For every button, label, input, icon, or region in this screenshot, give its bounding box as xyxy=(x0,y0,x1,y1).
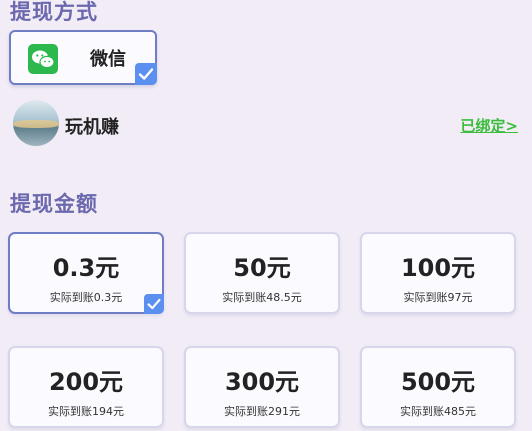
amount-option-500[interactable]: 500元 实际到账485元 xyxy=(360,346,516,428)
check-icon xyxy=(144,294,164,314)
amount-value: 300元 xyxy=(224,368,300,396)
wechat-icon xyxy=(28,44,58,74)
check-icon xyxy=(135,63,157,85)
actual-amount: 实际到账97元 xyxy=(403,291,473,304)
bound-link[interactable]: 已绑定> xyxy=(460,115,518,136)
amount-option-200[interactable]: 200元 实际到账194元 xyxy=(8,346,164,428)
actual-amount: 实际到账48.5元 xyxy=(222,291,302,304)
actual-amount: 实际到账194元 xyxy=(48,405,124,418)
actual-amount: 实际到账485元 xyxy=(400,405,476,418)
amount-option-300[interactable]: 300元 实际到账291元 xyxy=(184,346,340,428)
amount-option-50[interactable]: 50元 实际到账48.5元 xyxy=(184,232,340,314)
withdraw-amount-title: 提现金额 xyxy=(10,192,98,216)
amount-option-100[interactable]: 100元 实际到账97元 xyxy=(360,232,516,314)
amount-value: 100元 xyxy=(400,254,476,282)
wechat-method-label: 微信 xyxy=(90,49,126,70)
amount-value: 50元 xyxy=(233,254,291,282)
amount-value: 0.3元 xyxy=(52,254,120,282)
withdraw-method-title: 提现方式 xyxy=(10,0,98,24)
actual-amount: 实际到账291元 xyxy=(224,405,300,418)
wechat-method-option[interactable]: 微信 xyxy=(9,30,157,85)
avatar xyxy=(13,100,59,146)
amount-option-0-3[interactable]: 0.3元 实际到账0.3元 xyxy=(8,232,164,314)
amount-value: 200元 xyxy=(48,368,124,396)
account-name: 玩机赚 xyxy=(65,117,119,138)
actual-amount: 实际到账0.3元 xyxy=(49,291,123,304)
amount-value: 500元 xyxy=(400,368,476,396)
